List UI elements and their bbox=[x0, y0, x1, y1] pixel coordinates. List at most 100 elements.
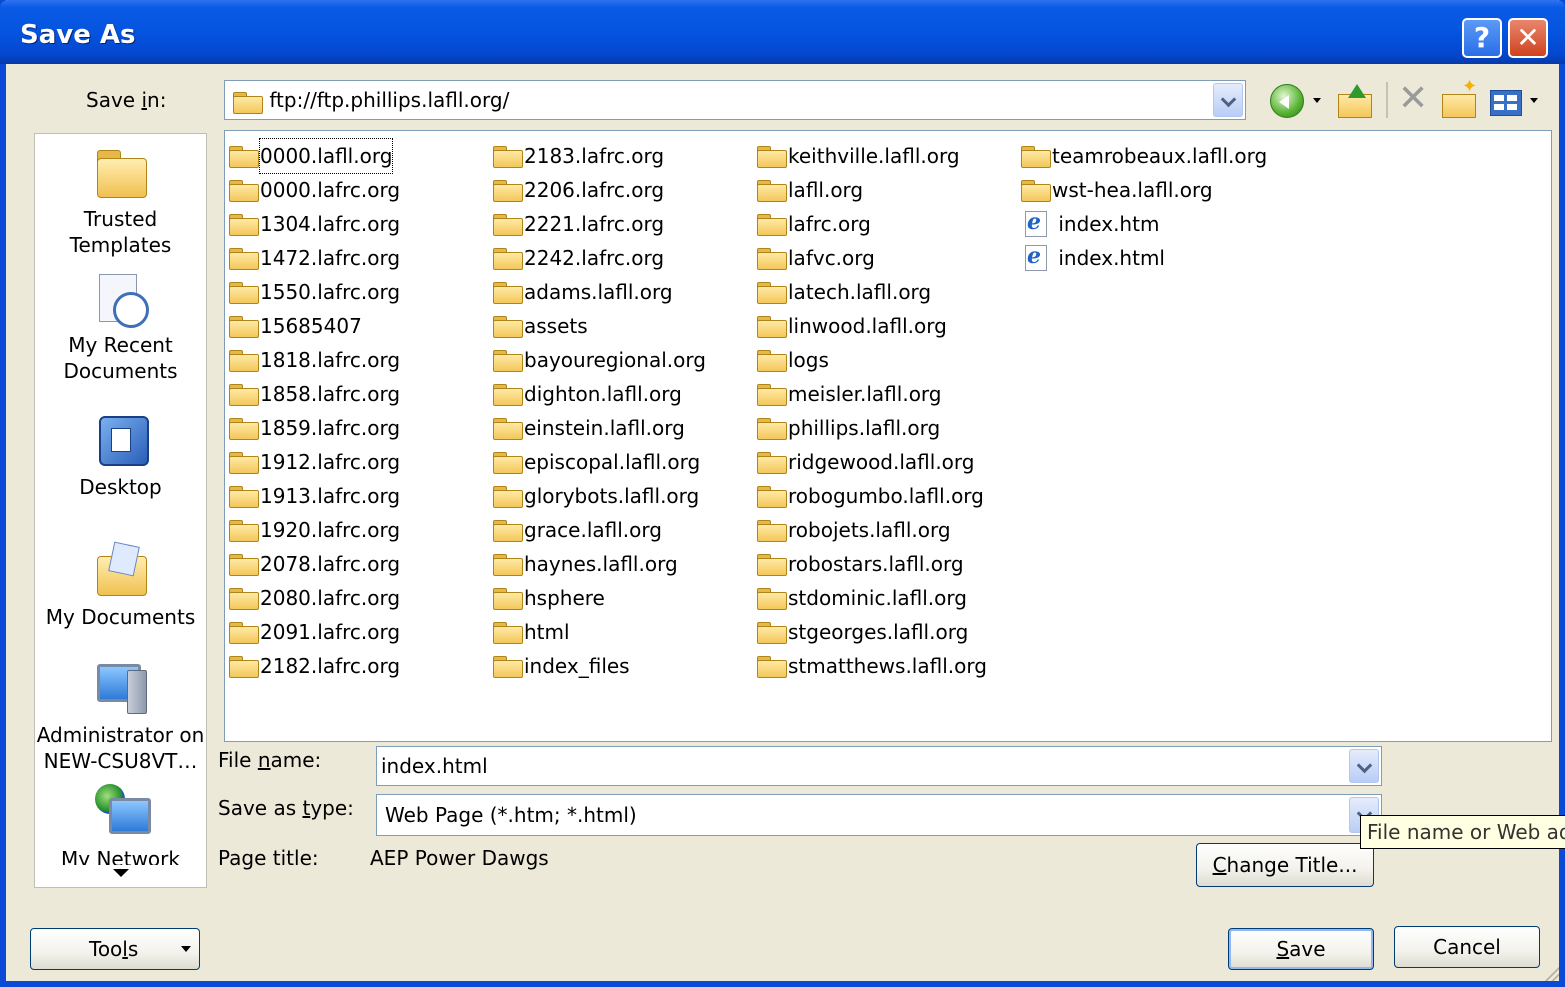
chevron-down-icon[interactable] bbox=[1213, 83, 1243, 117]
folder-item[interactable]: robogumbo.lafll.org bbox=[757, 479, 987, 513]
folder-item[interactable]: lafll.org bbox=[757, 173, 987, 207]
folder-item[interactable]: adams.lafll.org bbox=[493, 275, 706, 309]
folder-icon bbox=[493, 452, 523, 474]
place-administrator-computer[interactable]: Administrator on NEW-CSU8VT… bbox=[35, 660, 206, 774]
trusted-templates-folder-icon bbox=[91, 144, 151, 202]
save-in-dropdown[interactable]: ftp://ftp.phillips.lafll.org/ bbox=[224, 80, 1246, 120]
folder-item[interactable]: haynes.lafll.org bbox=[493, 547, 706, 581]
place-desktop[interactable]: Desktop bbox=[35, 412, 206, 500]
folder-item[interactable]: 1550.lafrc.org bbox=[229, 275, 400, 309]
folder-item[interactable]: 2221.lafrc.org bbox=[493, 207, 706, 241]
folder-item[interactable]: bayouregional.org bbox=[493, 343, 706, 377]
folder-icon bbox=[229, 180, 259, 202]
folder-item[interactable]: linwood.lafll.org bbox=[757, 309, 987, 343]
folder-item[interactable]: 2080.lafrc.org bbox=[229, 581, 400, 615]
folder-item[interactable]: 1818.lafrc.org bbox=[229, 343, 400, 377]
folder-item[interactable]: lafvc.org bbox=[757, 241, 987, 275]
folder-icon bbox=[229, 146, 259, 168]
folder-item-label: meisler.lafll.org bbox=[788, 382, 942, 406]
file-item-label: index.htm bbox=[1058, 212, 1160, 236]
tools-button[interactable]: Tools bbox=[30, 928, 200, 970]
folder-item[interactable]: teamrobeaux.lafll.org bbox=[1021, 139, 1267, 173]
folder-item[interactable]: 1859.lafrc.org bbox=[229, 411, 400, 445]
folder-item[interactable]: 2206.lafrc.org bbox=[493, 173, 706, 207]
folder-item[interactable]: 1920.lafrc.org bbox=[229, 513, 400, 547]
file-name-combobox[interactable]: index.html bbox=[376, 746, 1382, 786]
folder-item[interactable]: dighton.lafll.org bbox=[493, 377, 706, 411]
resize-grip[interactable] bbox=[1541, 963, 1559, 981]
save-as-type-dropdown[interactable]: Web Page (*.htm; *.html) bbox=[376, 794, 1382, 836]
folder-item[interactable]: html bbox=[493, 615, 706, 649]
folder-item[interactable]: 0000.lafll.org bbox=[229, 138, 400, 174]
folder-item[interactable]: keithville.lafll.org bbox=[757, 139, 987, 173]
views-dropdown-caret-icon[interactable] bbox=[1530, 98, 1538, 103]
folder-item[interactable]: robojets.lafll.org bbox=[757, 513, 987, 547]
folder-item[interactable]: stmatthews.lafll.org bbox=[757, 649, 987, 683]
folder-item[interactable]: 1858.lafrc.org bbox=[229, 377, 400, 411]
places-scroll-down-icon[interactable] bbox=[35, 865, 206, 887]
folder-item[interactable]: meisler.lafll.org bbox=[757, 377, 987, 411]
views-icon[interactable] bbox=[1488, 84, 1522, 116]
folder-icon bbox=[229, 248, 259, 270]
file-list[interactable]: 0000.lafll.org 0000.lafrc.org 1304.lafrc.o… bbox=[224, 130, 1552, 742]
folder-item[interactable]: logs bbox=[757, 343, 987, 377]
file-name-input[interactable]: index.html bbox=[381, 754, 488, 778]
help-button[interactable]: ? bbox=[1462, 18, 1502, 58]
folder-item[interactable]: 1472.lafrc.org bbox=[229, 241, 400, 275]
folder-item[interactable]: hsphere bbox=[493, 581, 706, 615]
back-icon[interactable] bbox=[1270, 84, 1304, 118]
save-button[interactable]: Save bbox=[1228, 928, 1374, 970]
place-my-recent-documents[interactable]: My Recent Documents bbox=[35, 270, 206, 384]
folder-item[interactable]: 2091.lafrc.org bbox=[229, 615, 400, 649]
folder-item[interactable]: einstein.lafll.org bbox=[493, 411, 706, 445]
folder-item[interactable]: 1304.lafrc.org bbox=[229, 207, 400, 241]
folder-item[interactable]: episcopal.lafll.org bbox=[493, 445, 706, 479]
file-name-label: File name: bbox=[218, 748, 322, 772]
folder-icon bbox=[757, 486, 787, 508]
folder-item-label: linwood.lafll.org bbox=[788, 314, 947, 338]
folder-item-label: robojets.lafll.org bbox=[788, 518, 951, 542]
folder-item[interactable]: latech.lafll.org bbox=[757, 275, 987, 309]
folder-item[interactable]: glorybots.lafll.org bbox=[493, 479, 706, 513]
html-file-icon bbox=[1021, 239, 1051, 273]
place-trusted-templates[interactable]: Trusted Templates bbox=[35, 144, 206, 258]
folder-item[interactable]: stgeorges.lafll.org bbox=[757, 615, 987, 649]
folder-item[interactable]: wst-hea.lafll.org bbox=[1021, 173, 1267, 207]
folder-item[interactable]: 2242.lafrc.org bbox=[493, 241, 706, 275]
folder-icon bbox=[757, 350, 787, 372]
cancel-button[interactable]: Cancel bbox=[1394, 926, 1540, 968]
new-folder-icon[interactable] bbox=[1440, 76, 1478, 118]
folder-item[interactable]: 0000.lafrc.org bbox=[229, 173, 400, 207]
folder-item[interactable]: robostars.lafll.org bbox=[757, 547, 987, 581]
delete-icon[interactable]: ✕ bbox=[1398, 81, 1428, 117]
change-title-button[interactable]: Change Title... bbox=[1196, 843, 1374, 887]
folder-icon bbox=[229, 316, 259, 338]
file-item[interactable]: index.htm bbox=[1021, 205, 1267, 241]
folder-item[interactable]: lafrc.org bbox=[757, 207, 987, 241]
folder-item[interactable]: 2182.lafrc.org bbox=[229, 649, 400, 683]
place-my-network[interactable]: My Network bbox=[35, 784, 206, 872]
back-dropdown-caret-icon[interactable] bbox=[1313, 98, 1321, 103]
folder-item[interactable]: ridgewood.lafll.org bbox=[757, 445, 987, 479]
file-column-1: 0000.lafll.org 0000.lafrc.org 1304.lafrc.o… bbox=[229, 138, 400, 683]
folder-icon bbox=[757, 282, 787, 304]
folder-item[interactable]: 1912.lafrc.org bbox=[229, 445, 400, 479]
folder-item[interactable]: 15685407 bbox=[229, 309, 400, 343]
folder-item[interactable]: assets bbox=[493, 309, 706, 343]
folder-item[interactable]: grace.lafll.org bbox=[493, 513, 706, 547]
folder-item[interactable]: stdominic.lafll.org bbox=[757, 581, 987, 615]
folder-item[interactable]: index_files bbox=[493, 649, 706, 683]
recent-documents-icon bbox=[91, 270, 151, 328]
place-my-documents[interactable]: My Documents bbox=[35, 542, 206, 630]
close-button[interactable]: ✕ bbox=[1508, 18, 1548, 58]
folder-item-label: 2080.lafrc.org bbox=[260, 586, 401, 610]
folder-icon bbox=[757, 520, 787, 542]
folder-item[interactable]: 2183.lafrc.org bbox=[493, 139, 706, 173]
chevron-down-icon[interactable] bbox=[1349, 749, 1379, 783]
file-item[interactable]: index.html bbox=[1021, 239, 1267, 275]
folder-item[interactable]: 2078.lafrc.org bbox=[229, 547, 400, 581]
folder-icon bbox=[229, 554, 259, 576]
up-one-level-icon[interactable] bbox=[1336, 84, 1372, 118]
folder-item[interactable]: phillips.lafll.org bbox=[757, 411, 987, 445]
folder-item[interactable]: 1913.lafrc.org bbox=[229, 479, 400, 513]
